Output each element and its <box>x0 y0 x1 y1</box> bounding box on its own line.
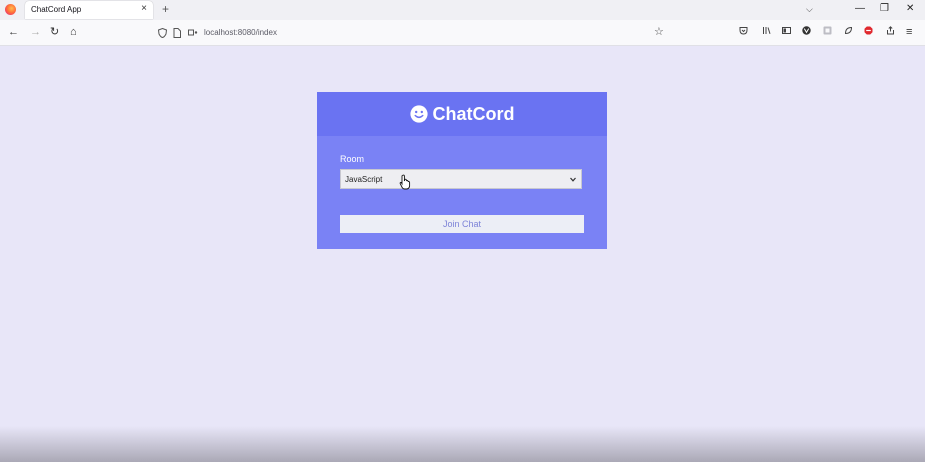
home-icon[interactable]: ⌂ <box>70 25 77 39</box>
page-info-icon[interactable] <box>173 28 181 38</box>
sidebar-icon[interactable] <box>782 26 791 35</box>
room-label: Room <box>340 154 365 164</box>
smiley-icon <box>409 105 428 123</box>
tab-title: ChatCord App <box>31 5 82 14</box>
shield-icon[interactable] <box>158 28 167 38</box>
brand-heading: ChatCord <box>317 104 607 125</box>
vue-devtools-extension-icon[interactable] <box>802 26 811 35</box>
navigation-toolbar: ← → ↻ ⌂ localhost:8080/index ☆ ≡ <box>0 20 925 46</box>
room-selected-value: JavaScript <box>345 175 383 184</box>
reload-icon[interactable]: ↻ <box>50 25 59 39</box>
extension-leaf-icon[interactable] <box>844 26 853 35</box>
firefox-logo-icon <box>5 4 16 15</box>
extension-box-icon[interactable] <box>823 26 832 35</box>
url-text[interactable]: localhost:8080/index <box>204 28 277 37</box>
forward-icon[interactable]: → <box>30 25 41 39</box>
back-icon[interactable]: ← <box>8 25 19 39</box>
share-icon[interactable] <box>886 26 895 35</box>
brand-name: ChatCord <box>432 104 515 124</box>
tab-active[interactable]: ChatCord App × <box>25 1 153 19</box>
tab-strip: ChatCord App × + ⌵ — ❐ ✕ <box>0 0 925 20</box>
page-body: ChatCord Room JavaScript Join Chat <box>0 46 925 462</box>
list-all-tabs-icon[interactable]: ⌵ <box>806 2 813 16</box>
bottom-shadow <box>0 426 925 462</box>
join-chat-button[interactable]: Join Chat <box>340 215 584 233</box>
close-window-button[interactable]: ✕ <box>906 2 914 16</box>
hand-cursor-icon <box>399 174 411 190</box>
adblock-icon[interactable] <box>864 26 873 35</box>
restore-button[interactable]: ❐ <box>880 2 889 16</box>
url-bar[interactable]: localhost:8080/index ☆ <box>150 23 670 42</box>
app-menu-icon[interactable]: ≡ <box>906 25 912 39</box>
bookmark-star-icon[interactable]: ☆ <box>654 25 664 38</box>
minimize-button[interactable]: — <box>855 2 865 16</box>
new-tab-button[interactable]: + <box>162 1 169 17</box>
pocket-icon[interactable] <box>739 26 748 35</box>
library-icon[interactable] <box>762 26 771 35</box>
tab-close-icon[interactable]: × <box>141 3 147 15</box>
chevron-down-icon <box>570 177 576 182</box>
permissions-icon[interactable] <box>188 28 198 37</box>
card-header: ChatCord <box>317 92 607 136</box>
join-card: ChatCord Room JavaScript Join Chat <box>317 92 607 249</box>
room-select[interactable]: JavaScript <box>340 169 582 189</box>
